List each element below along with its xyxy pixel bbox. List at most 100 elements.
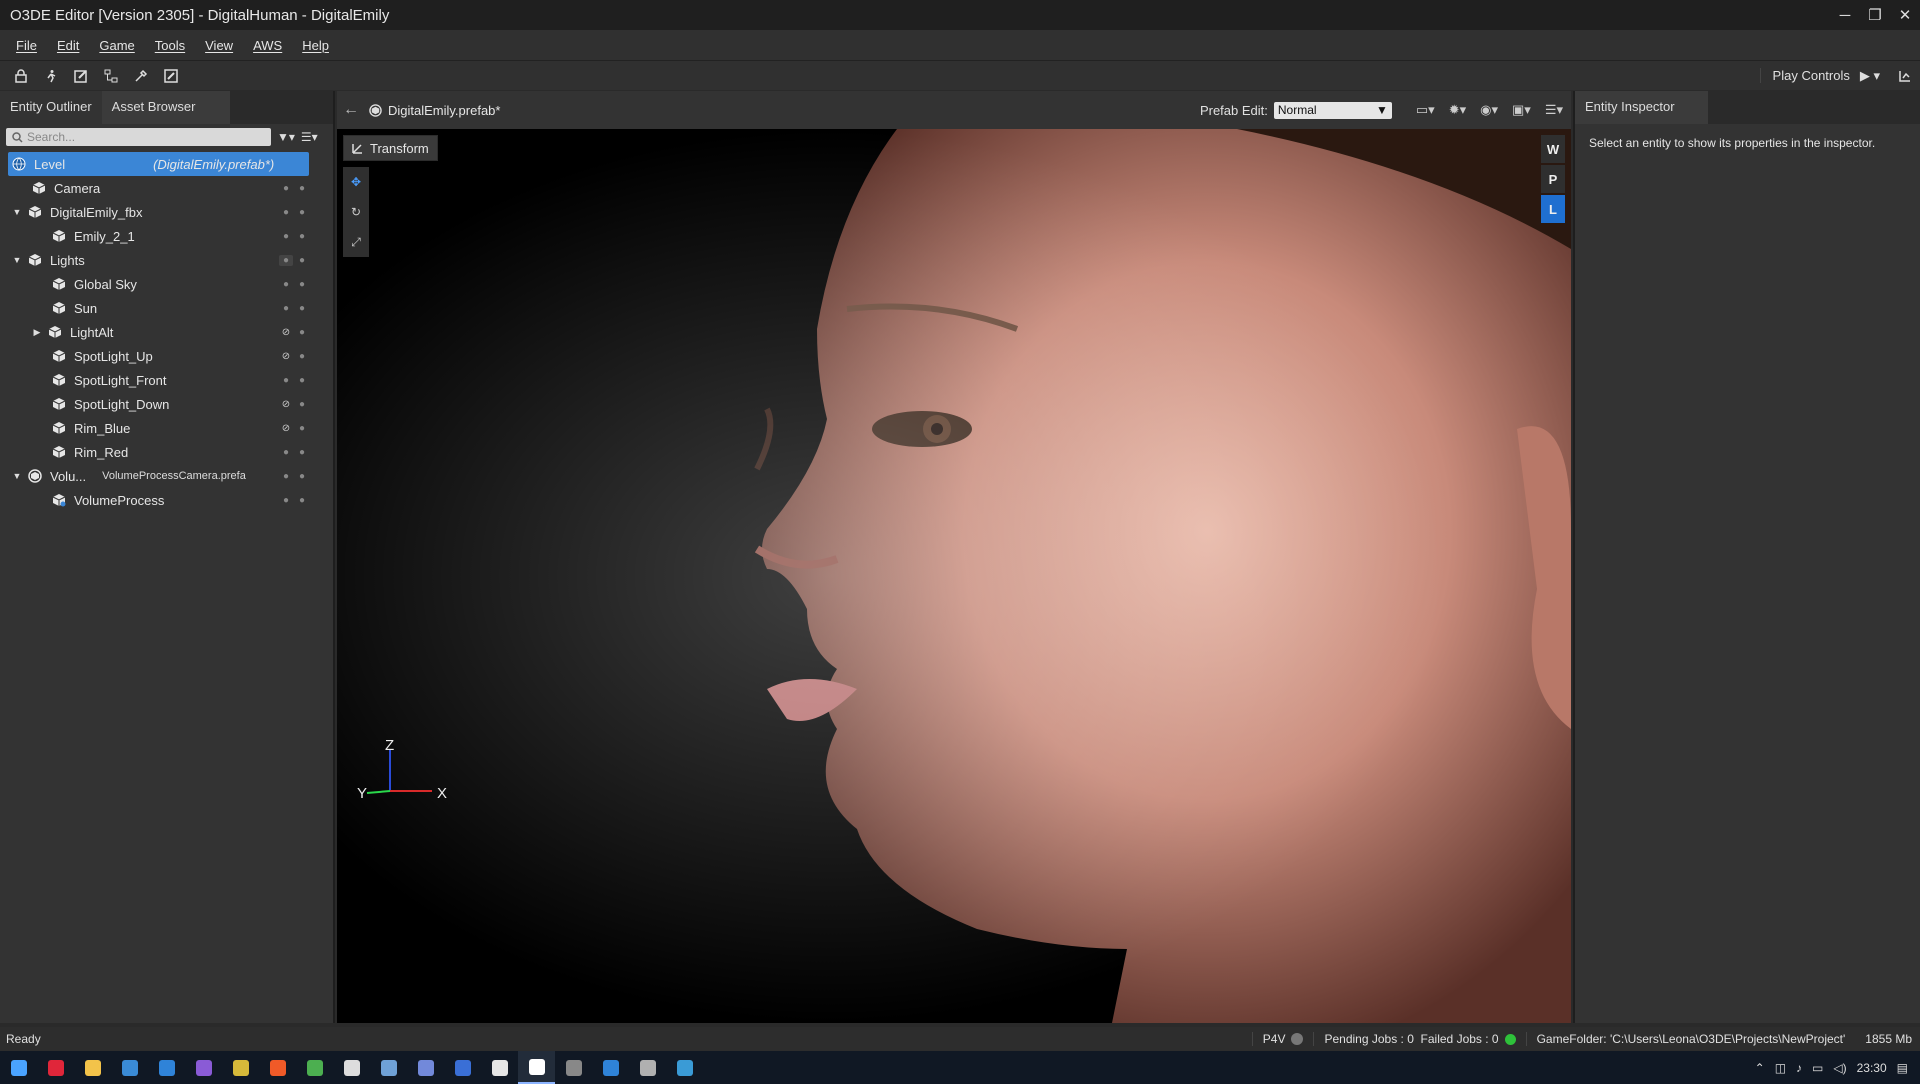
photos-icon[interactable]: [666, 1051, 703, 1084]
move-tool-icon[interactable]: ✥: [343, 167, 369, 197]
tools-icon[interactable]: [126, 63, 156, 89]
lock-toggle-icon[interactable]: ●: [295, 207, 309, 218]
eye-icon[interactable]: ◉▾: [1480, 102, 1498, 118]
app-blue-icon[interactable]: [444, 1051, 481, 1084]
tab-entity-inspector[interactable]: Entity Inspector: [1575, 91, 1708, 124]
lock-toggle-icon[interactable]: ●: [295, 495, 309, 506]
paint-icon[interactable]: [222, 1051, 259, 1084]
expand-caret-icon[interactable]: ▼: [10, 471, 24, 481]
visual-studio-icon[interactable]: [185, 1051, 222, 1084]
lock-toggle-icon[interactable]: ●: [295, 375, 309, 386]
local-space-button[interactable]: L: [1541, 195, 1565, 223]
tree-row[interactable]: Sun ● ●: [0, 296, 333, 320]
world-space-button[interactable]: W: [1541, 135, 1565, 163]
menu-view[interactable]: View: [195, 38, 243, 53]
visibility-icon[interactable]: ●: [279, 375, 293, 386]
visibility-icon[interactable]: ●: [279, 471, 293, 482]
minimize-button[interactable]: ─: [1830, 7, 1860, 24]
expand-caret-icon[interactable]: ▼: [10, 207, 24, 217]
file-explorer-icon[interactable]: [74, 1051, 111, 1084]
camera-tray-icon[interactable]: ◫: [1775, 1061, 1786, 1075]
lock-toggle-icon[interactable]: ●: [295, 279, 309, 290]
menu-game[interactable]: Game: [89, 38, 144, 53]
hidden-eye-icon[interactable]: ⊘: [279, 351, 293, 362]
lock-toggle-icon[interactable]: ●: [295, 351, 309, 362]
notification-icon[interactable]: ▤: [1897, 1061, 1908, 1075]
volume-icon[interactable]: ◁): [1833, 1061, 1846, 1075]
app-grey-icon[interactable]: [555, 1051, 592, 1084]
brave-icon[interactable]: [259, 1051, 296, 1084]
filter-icon[interactable]: ▼▾: [277, 130, 295, 144]
visibility-icon[interactable]: ●: [279, 231, 293, 242]
store-icon[interactable]: [111, 1051, 148, 1084]
paint-icon[interactable]: [156, 63, 186, 89]
tree-row[interactable]: SpotLight_Down ⊘ ●: [0, 392, 333, 416]
hidden-eye-icon[interactable]: ⊘: [279, 423, 293, 434]
tree-row[interactable]: Rim_Red ● ●: [0, 440, 333, 464]
scale-tool-icon[interactable]: ⤢: [343, 227, 369, 257]
app-green-icon[interactable]: [296, 1051, 333, 1084]
viewport[interactable]: Transform ✥ ↻ ⤢ W P L Z Y X: [337, 129, 1571, 1023]
lock-toggle-icon[interactable]: ●: [295, 471, 309, 482]
display-options-icon[interactable]: ☰▾: [301, 130, 318, 144]
rotate-tool-icon[interactable]: ↻: [343, 197, 369, 227]
lock-toggle-icon[interactable]: ●: [295, 231, 309, 242]
expand-caret-icon[interactable]: ▶: [30, 327, 44, 338]
menu-help[interactable]: Help: [292, 38, 339, 53]
tree-row[interactable]: SpotLight_Front ● ●: [0, 368, 333, 392]
visibility-icon[interactable]: ●: [279, 254, 293, 266]
tree-row-level[interactable]: Level (DigitalEmily.prefab*): [8, 152, 309, 176]
prefab-edit-select[interactable]: Normal ▼: [1273, 101, 1392, 119]
back-arrow-icon[interactable]: ←: [343, 101, 359, 119]
tree-row[interactable]: Rim_Blue ⊘ ●: [0, 416, 333, 440]
profiler-icon[interactable]: [1890, 63, 1920, 89]
visibility-icon[interactable]: ●: [279, 303, 293, 314]
hierarchy-icon[interactable]: [96, 63, 126, 89]
tree-row-prefab[interactable]: ▼ Volu... VolumeProcessCamera.prefa ● ●: [0, 464, 333, 488]
steam-icon[interactable]: [370, 1051, 407, 1084]
play-button[interactable]: ▶ ▾: [1860, 68, 1890, 84]
menu-icon[interactable]: ☰▾: [1545, 102, 1563, 118]
camera-icon[interactable]: ▭▾: [1416, 102, 1435, 118]
tree-row[interactable]: ▼ DigitalEmily_fbx ● ●: [0, 200, 333, 224]
lock-icon[interactable]: [6, 63, 36, 89]
gear-icon[interactable]: ✹▾: [1449, 102, 1466, 118]
layout-icon[interactable]: ▣▾: [1512, 102, 1531, 118]
visibility-icon[interactable]: ●: [279, 183, 293, 194]
visibility-icon[interactable]: ●: [279, 495, 293, 506]
notes-icon[interactable]: [481, 1051, 518, 1084]
network-icon[interactable]: ▭: [1812, 1061, 1823, 1075]
mail-icon[interactable]: [148, 1051, 185, 1084]
menu-tools[interactable]: Tools: [145, 38, 195, 53]
restore-button[interactable]: ❐: [1860, 6, 1890, 24]
menu-file[interactable]: File: [6, 38, 47, 53]
tree-row[interactable]: VolumeProcess ● ●: [0, 488, 333, 512]
edit-icon[interactable]: [66, 63, 96, 89]
lock-toggle-icon[interactable]: ●: [295, 399, 309, 410]
lock-toggle-icon[interactable]: ●: [295, 255, 309, 266]
run-icon[interactable]: [36, 63, 66, 89]
hidden-eye-icon[interactable]: ⊘: [279, 327, 293, 338]
chevron-up-icon[interactable]: ⌃: [1755, 1061, 1765, 1075]
visibility-icon[interactable]: ●: [279, 207, 293, 218]
microphone-icon[interactable]: ♪: [1796, 1061, 1802, 1075]
visibility-icon[interactable]: ●: [279, 279, 293, 290]
transform-button[interactable]: Transform: [343, 135, 438, 161]
opera-icon[interactable]: [37, 1051, 74, 1084]
discord-icon[interactable]: [407, 1051, 444, 1084]
lock-toggle-icon[interactable]: ●: [295, 303, 309, 314]
tree-row[interactable]: ▶ LightAlt ⊘ ●: [0, 320, 333, 344]
terminal-icon[interactable]: [592, 1051, 629, 1084]
windows-start-icon[interactable]: [0, 1051, 37, 1084]
p4v-status[interactable]: P4V: [1251, 1032, 1314, 1046]
lock-toggle-icon[interactable]: ●: [295, 327, 309, 338]
search-input[interactable]: [27, 130, 257, 144]
tab-asset-browser[interactable]: Asset Browser: [101, 91, 230, 124]
parent-space-button[interactable]: P: [1541, 165, 1565, 193]
close-button[interactable]: ✕: [1890, 6, 1920, 24]
o3de-icon[interactable]: [518, 1051, 555, 1084]
hidden-eye-icon[interactable]: ⊘: [279, 399, 293, 410]
lock-toggle-icon[interactable]: ●: [295, 183, 309, 194]
tree-row[interactable]: ▼ Lights ● ●: [0, 248, 333, 272]
lock-toggle-icon[interactable]: ●: [295, 423, 309, 434]
